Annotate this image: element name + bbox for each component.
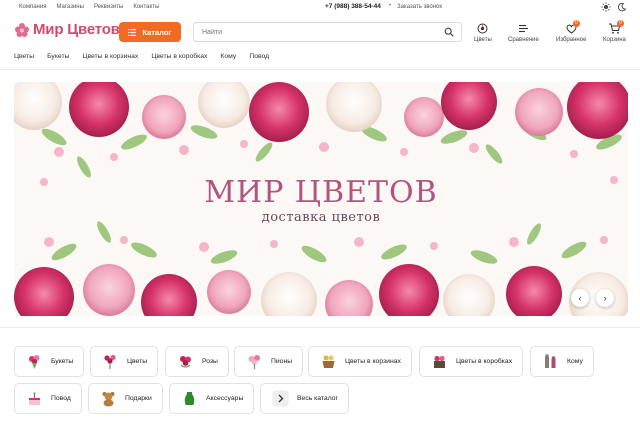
hero-banner[interactable]: МИР ЦВЕТОВ доставка цветов ‹ › bbox=[14, 82, 628, 316]
catalog-button-label: Каталог bbox=[142, 27, 172, 37]
category-label: Цветы bbox=[127, 358, 148, 365]
people-icon bbox=[545, 354, 556, 368]
category-gifts[interactable]: Подарки bbox=[88, 383, 163, 414]
category-label: Цветы в корзинах bbox=[345, 358, 401, 365]
bouquet-icon bbox=[29, 355, 40, 369]
chevron-right-icon bbox=[272, 390, 289, 407]
category-for-whom[interactable]: Кому bbox=[530, 346, 594, 377]
nav-item-flowers-in-baskets[interactable]: Цветы в корзинах bbox=[82, 53, 138, 60]
moon-icon[interactable] bbox=[617, 2, 627, 12]
banner-title: МИР ЦВЕТОВ bbox=[204, 175, 438, 210]
box-icon bbox=[434, 355, 445, 368]
category-accessories[interactable]: Аксессуары bbox=[169, 383, 255, 414]
header-compare-label: Сравнение bbox=[508, 37, 539, 43]
teddy-bear-icon bbox=[102, 392, 115, 407]
header-favorites-link[interactable]: Избранное 0 bbox=[556, 20, 587, 43]
sun-icon[interactable] bbox=[601, 2, 611, 12]
category-flowers-in-boxes[interactable]: Цветы в коробках bbox=[419, 346, 524, 377]
category-label: Пионы bbox=[271, 358, 293, 365]
phone-number[interactable]: +7 (988) 388-54-44 bbox=[325, 3, 381, 10]
nav-item-flowers-in-boxes[interactable]: Цветы в коробках bbox=[151, 53, 207, 60]
basket-icon bbox=[322, 355, 335, 368]
nav-item-occasion[interactable]: Повод bbox=[249, 53, 269, 60]
logo[interactable]: Мир Цветов bbox=[14, 21, 120, 38]
category-roses[interactable]: Розы bbox=[165, 346, 229, 377]
top-link-company[interactable]: Компания bbox=[19, 4, 46, 10]
nav-item-flowers[interactable]: Цветы bbox=[14, 53, 34, 60]
header-compare-link[interactable]: Сравнение bbox=[508, 22, 539, 43]
compare-icon bbox=[518, 24, 528, 33]
flowers-icon bbox=[104, 354, 116, 369]
logo-flower-icon bbox=[15, 22, 29, 37]
top-link-stores[interactable]: Магазины bbox=[56, 4, 83, 10]
logo-text: Мир Цветов bbox=[33, 21, 120, 38]
nav-item-for-whom[interactable]: Кому bbox=[220, 53, 236, 60]
nav-divider bbox=[0, 69, 640, 70]
cake-icon bbox=[29, 392, 40, 405]
favorites-count-badge: 0 bbox=[573, 20, 580, 27]
category-label: Подарки bbox=[125, 395, 152, 402]
category-label: Цветы в коробках bbox=[456, 358, 513, 365]
category-label: Букеты bbox=[51, 358, 74, 365]
phone-dropdown-icon[interactable]: • bbox=[389, 3, 391, 9]
search-icon[interactable] bbox=[444, 27, 454, 37]
section-divider bbox=[0, 327, 640, 328]
category-bouquets[interactable]: Букеты bbox=[14, 346, 85, 377]
banner-next-button[interactable]: › bbox=[596, 289, 614, 307]
banner-subtitle: доставка цветов bbox=[261, 210, 381, 225]
category-label: Аксессуары bbox=[206, 395, 244, 402]
category-flowers[interactable]: Цветы bbox=[90, 346, 159, 377]
category-flowers-in-baskets[interactable]: Цветы в корзинах bbox=[308, 346, 412, 377]
cart-count-badge: 0 bbox=[617, 20, 624, 27]
top-links: Компания Магазины Реквизиты Контакты bbox=[19, 4, 159, 10]
main-nav: Цветы Букеты Цветы в корзинах Цветы в ко… bbox=[14, 53, 269, 60]
top-link-contacts[interactable]: Контакты bbox=[133, 4, 159, 10]
header-flowers-link[interactable]: Цветы bbox=[474, 22, 492, 43]
category-occasion[interactable]: Повод bbox=[14, 383, 82, 414]
chevron-right-icon: › bbox=[603, 293, 607, 303]
banner-prev-button[interactable]: ‹ bbox=[571, 289, 589, 307]
chevron-left-icon: ‹ bbox=[578, 293, 582, 303]
header-cart-link[interactable]: Корзина 0 bbox=[603, 20, 626, 43]
header-flowers-label: Цветы bbox=[474, 37, 492, 43]
category-label: Весь каталог bbox=[297, 395, 339, 402]
flower-icon bbox=[477, 23, 488, 34]
catalog-button[interactable]: Каталог bbox=[119, 22, 181, 42]
category-label: Повод bbox=[51, 395, 71, 402]
nav-item-bouquets[interactable]: Букеты bbox=[47, 53, 69, 60]
category-peonies[interactable]: Пионы bbox=[234, 346, 304, 377]
header-favorites-label: Избранное bbox=[556, 37, 587, 43]
category-label: Кому bbox=[567, 358, 583, 365]
category-label: Розы bbox=[202, 358, 218, 365]
category-all-catalog[interactable]: Весь каталог bbox=[260, 383, 350, 414]
menu-icon bbox=[128, 28, 137, 36]
top-link-requisites[interactable]: Реквизиты bbox=[94, 4, 123, 10]
search-input[interactable] bbox=[193, 22, 462, 42]
top-bar: Компания Магазины Реквизиты Контакты +7 … bbox=[0, 0, 640, 14]
peonies-icon bbox=[248, 355, 260, 369]
header-cart-label: Корзина bbox=[603, 37, 626, 43]
vase-icon bbox=[184, 392, 195, 405]
callback-link[interactable]: Заказать звонок bbox=[397, 4, 442, 10]
roses-icon bbox=[180, 356, 191, 368]
